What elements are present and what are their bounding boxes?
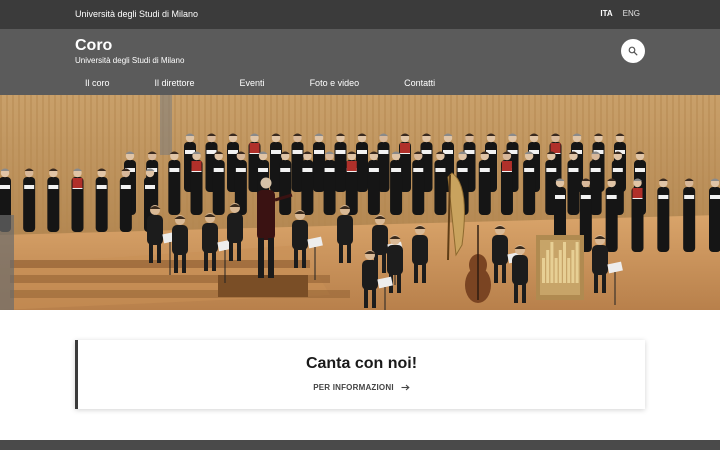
- lang-ita[interactable]: ITA: [600, 9, 612, 18]
- cta-title: Canta con noi!: [305, 355, 418, 372]
- info-link-label: PER INFORMAZIONI: [313, 383, 394, 392]
- cta-card: Canta con noi! PER INFORMAZIONI: [75, 340, 645, 409]
- nav-item-foto-e-video[interactable]: Foto e video: [300, 76, 370, 90]
- arrow-right-icon: [401, 384, 410, 391]
- site-title[interactable]: Coro: [75, 37, 112, 55]
- info-link[interactable]: PER INFORMAZIONI: [313, 383, 410, 392]
- footer-band: [0, 440, 720, 450]
- nav-item-il-coro[interactable]: Il coro: [75, 76, 120, 90]
- site-subtitle: Università degli Studi di Milano: [75, 56, 185, 65]
- nav-item-contatti[interactable]: Contatti: [394, 76, 445, 90]
- nav-item-eventi[interactable]: Eventi: [230, 76, 275, 90]
- university-link[interactable]: Università degli Studi di Milano: [75, 9, 198, 19]
- site-header: Coro Università degli Studi di Milano Il…: [0, 29, 720, 95]
- search-icon: [628, 46, 638, 56]
- nav-item-il-direttore[interactable]: Il direttore: [145, 76, 205, 90]
- main-nav: Il coro Il direttore Eventi Foto e video…: [75, 76, 470, 90]
- search-button[interactable]: [621, 39, 645, 63]
- choir-concert-photo: [0, 95, 720, 310]
- language-switcher: ITA ENG: [600, 9, 640, 18]
- top-bar: Università degli Studi di Milano ITA ENG: [0, 0, 720, 29]
- hero-image: [0, 95, 720, 310]
- lang-eng[interactable]: ENG: [623, 9, 640, 18]
